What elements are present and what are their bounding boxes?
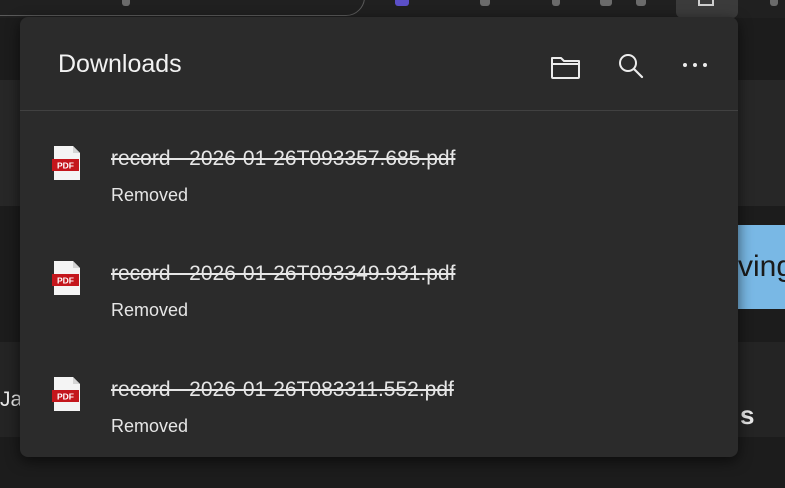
- search-icon: [619, 54, 644, 79]
- pdf-file-icon: PDF: [52, 146, 80, 180]
- toolbar-icon[interactable]: [770, 0, 778, 6]
- more-horizontal-icon: [683, 63, 707, 67]
- svg-text:PDF: PDF: [57, 161, 74, 171]
- download-item[interactable]: PDF record - 2026-01-26T093349.931.pdf R…: [20, 261, 738, 372]
- background-button-label: ving: [738, 250, 785, 283]
- download-status: Removed: [111, 185, 189, 205]
- download-file-name[interactable]: record - 2026-01-26T093349.931.pdf: [111, 262, 455, 286]
- background-text: s: [740, 400, 755, 430]
- downloads-header: Downloads: [20, 17, 738, 111]
- download-status: Removed: [111, 300, 189, 320]
- pdf-file-icon: PDF: [52, 261, 80, 295]
- download-status: Removed: [111, 416, 189, 436]
- search-downloads-button[interactable]: [610, 46, 650, 86]
- toolbar-icon[interactable]: [480, 0, 490, 6]
- download-file-name[interactable]: record - 2026-01-26T093357.685.pdf: [111, 147, 455, 171]
- panel-title: Downloads: [58, 50, 182, 78]
- background-text: Ja: [0, 388, 23, 411]
- browser-toolbar: [0, 0, 785, 18]
- svg-text:PDF: PDF: [57, 276, 74, 286]
- address-bar[interactable]: [0, 0, 365, 16]
- downloads-toolbar-button[interactable]: [676, 0, 738, 18]
- downloads-panel: Downloads PDF record - 2026-01-26T093357…: [20, 17, 738, 457]
- background-panel: [738, 80, 785, 206]
- download-file-name[interactable]: record - 2026-01-26T083311.552.pdf: [111, 378, 454, 402]
- folder-icon: [551, 57, 580, 79]
- svg-text:PDF: PDF: [57, 392, 74, 402]
- open-folder-button[interactable]: [546, 46, 586, 86]
- pdf-file-icon: PDF: [52, 377, 80, 411]
- background-panel: [0, 80, 20, 206]
- header-divider: [20, 110, 738, 111]
- download-item[interactable]: PDF record - 2026-01-26T093357.685.pdf R…: [20, 146, 738, 257]
- toolbar-icon[interactable]: [636, 0, 646, 6]
- toolbar-icon[interactable]: [122, 0, 130, 6]
- background-button: ving: [738, 225, 785, 309]
- more-options-button[interactable]: [675, 46, 715, 86]
- download-item[interactable]: PDF record - 2026-01-26T083311.552.pdf R…: [20, 377, 738, 488]
- extension-icon[interactable]: [395, 0, 409, 6]
- toolbar-icon[interactable]: [552, 0, 560, 6]
- toolbar-icon[interactable]: [600, 0, 612, 6]
